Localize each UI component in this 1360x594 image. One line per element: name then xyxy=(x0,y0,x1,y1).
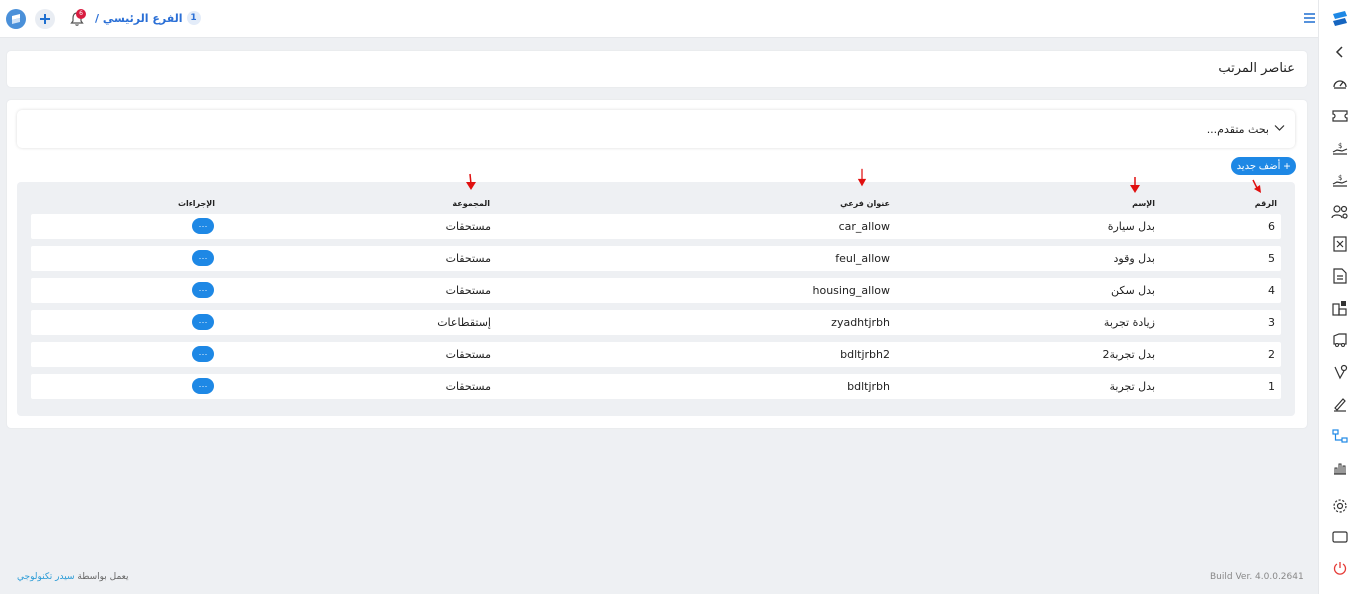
row-group: إستقطاعات xyxy=(437,316,491,329)
row-group: مستحقات xyxy=(445,284,491,297)
apps-grid-icon[interactable] xyxy=(1330,298,1350,318)
items-table: الرقم الإسم عنوان فرعي المجموعة الإجراءا… xyxy=(17,182,1295,416)
row-subtitle: car_allow xyxy=(838,220,890,233)
notification-badge: 6 xyxy=(76,9,86,19)
page-title: عناصر المرتب xyxy=(1218,61,1295,76)
plus-icon xyxy=(40,14,50,24)
column-header-group: المجموعة xyxy=(452,199,490,208)
table-row: 6 بدل سيارة car_allow مستحقات ··· xyxy=(31,214,1281,239)
annotation-arrow-icon xyxy=(466,173,476,190)
add-new-button[interactable]: + أضف جديد xyxy=(1231,157,1296,175)
branch-number: 1 xyxy=(186,11,201,25)
row-name: بدل سيارة xyxy=(1107,220,1155,233)
table-row: 4 بدل سكن housing_allow مستحقات ··· xyxy=(31,278,1281,303)
sidebar: $ $ xyxy=(1318,0,1360,594)
row-number: 4 xyxy=(1268,284,1275,297)
row-number: 6 xyxy=(1268,220,1275,233)
settings-gear-icon[interactable] xyxy=(1330,496,1350,516)
plus-icon: + xyxy=(1283,159,1291,173)
row-group: مستحقات xyxy=(445,348,491,361)
table-row: 1 بدل تجربة bdltjrbh مستحقات ··· xyxy=(31,374,1281,399)
row-group: مستحقات xyxy=(445,380,491,393)
row-name: زيادة تجربة xyxy=(1103,316,1155,329)
row-name: بدل تجربة2 xyxy=(1102,348,1155,361)
row-subtitle: housing_allow xyxy=(812,284,891,297)
row-group: مستحقات xyxy=(445,220,491,233)
ticket-icon[interactable] xyxy=(1330,106,1350,126)
column-header-subtitle: عنوان فرعي xyxy=(840,199,890,208)
payment-hand-icon[interactable]: $ xyxy=(1330,170,1350,190)
row-subtitle: bdltjrbh2 xyxy=(840,348,890,361)
row-subtitle: zyadhtjrbh xyxy=(831,316,890,329)
chevron-down-icon xyxy=(1274,125,1285,131)
app-logo-icon[interactable] xyxy=(6,9,26,29)
main-card: بحث متقدم... + أضف جديد الرقم الإسم عنوا… xyxy=(7,100,1307,428)
row-number: 2 xyxy=(1268,348,1275,361)
row-actions-button[interactable]: ··· xyxy=(192,378,214,394)
hamburger-menu-icon[interactable] xyxy=(1303,12,1316,24)
row-actions-button[interactable]: ··· xyxy=(192,218,214,234)
column-header-actions: الإجراءات xyxy=(177,199,215,208)
row-actions-button[interactable]: ··· xyxy=(192,282,214,298)
svg-text:$: $ xyxy=(1338,142,1342,150)
page-header-card: عناصر المرتب xyxy=(7,51,1307,87)
salary-hand-icon[interactable]: $ xyxy=(1330,138,1350,158)
signature-pen-icon[interactable] xyxy=(1330,394,1350,414)
advanced-search-label: بحث متقدم... xyxy=(1206,123,1269,136)
column-header-name: الإسم xyxy=(1132,199,1155,208)
column-header-number: الرقم xyxy=(1254,199,1277,208)
reports-chart-icon[interactable] xyxy=(1330,458,1350,478)
add-new-label: أضف جديد xyxy=(1236,160,1281,172)
advanced-search-panel[interactable]: بحث متقدم... xyxy=(17,110,1295,148)
powered-by-link[interactable]: سيدر تكنولوجي xyxy=(17,572,75,582)
row-number: 1 xyxy=(1268,380,1275,393)
svg-text:$: $ xyxy=(1338,174,1342,182)
annotation-arrow-icon xyxy=(1252,179,1261,193)
annotation-arrow-icon xyxy=(1130,177,1140,193)
annotation-arrow-icon xyxy=(857,168,867,187)
brand-logo-icon[interactable] xyxy=(1329,8,1351,30)
collapse-chevron-icon[interactable] xyxy=(1330,42,1350,62)
dashboard-gauge-icon[interactable] xyxy=(1330,74,1350,94)
window-icon[interactable] xyxy=(1330,527,1350,547)
row-name: بدل وقود xyxy=(1113,252,1155,265)
branch-label: الفرع الرئيسي / xyxy=(95,11,183,25)
row-name: بدل تجربة xyxy=(1109,380,1155,393)
quick-add-button[interactable] xyxy=(35,9,55,29)
table-row: 2 بدل تجربة2 bdltjrbh2 مستحقات ··· xyxy=(31,342,1281,367)
table-row: 5 بدل وقود feul_allow مستحقات ··· xyxy=(31,246,1281,271)
branch-breadcrumb[interactable]: 1 الفرع الرئيسي / xyxy=(95,11,201,25)
row-actions-button[interactable]: ··· xyxy=(192,250,214,266)
powered-by: يعمل بواسطة سيدر تكنولوجي xyxy=(17,572,129,582)
power-logout-icon[interactable] xyxy=(1330,558,1350,578)
row-subtitle: feul_allow xyxy=(835,252,890,265)
cancel-document-icon[interactable] xyxy=(1330,234,1350,254)
users-settings-icon[interactable] xyxy=(1330,202,1350,222)
vehicle-icon[interactable] xyxy=(1330,330,1350,350)
row-subtitle: bdltjrbh xyxy=(847,380,890,393)
document-list-icon[interactable] xyxy=(1330,266,1350,286)
row-actions-button[interactable]: ··· xyxy=(192,314,214,330)
row-number: 5 xyxy=(1268,252,1275,265)
org-structure-icon[interactable] xyxy=(1330,426,1350,446)
build-version: Build Ver. 4.0.0.2641 xyxy=(1210,572,1304,582)
approval-pen-icon[interactable] xyxy=(1330,362,1350,382)
row-number: 3 xyxy=(1268,316,1275,329)
row-group: مستحقات xyxy=(445,252,491,265)
row-actions-button[interactable]: ··· xyxy=(192,346,214,362)
top-bar: 6 1 الفرع الرئيسي / xyxy=(0,0,1318,38)
table-row: 3 زيادة تجربة zyadhtjrbh إستقطاعات ··· xyxy=(31,310,1281,335)
row-name: بدل سكن xyxy=(1111,284,1155,297)
powered-by-prefix: يعمل بواسطة xyxy=(77,572,129,582)
